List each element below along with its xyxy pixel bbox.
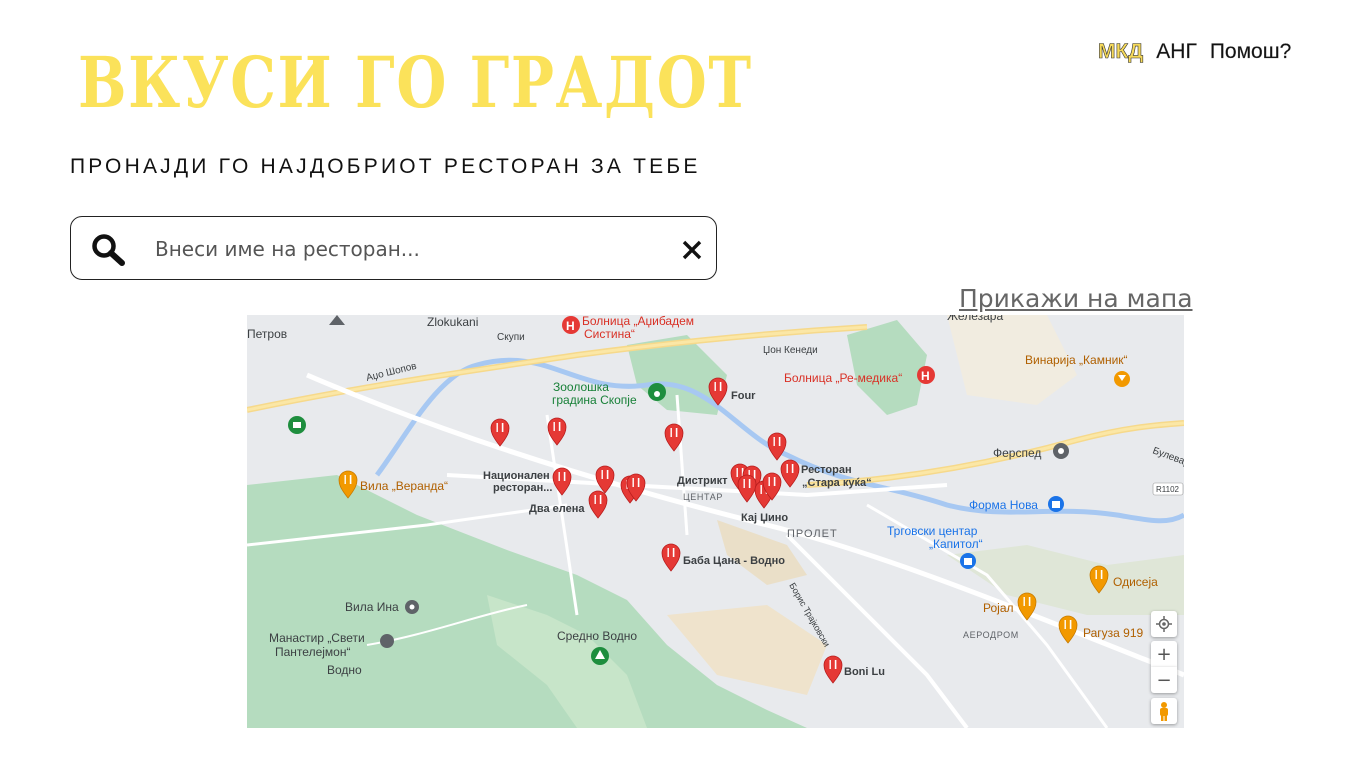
- site-subtitle: ПРОНАЈДИ ГО НАЈДОБРИОТ РЕСТОРАН ЗА ТЕБЕ: [70, 155, 701, 178]
- help-link[interactable]: Помош?: [1210, 40, 1292, 64]
- map-label-four: Four: [731, 390, 756, 402]
- map-label-trgovski-2: „Капитол“: [929, 537, 983, 551]
- map-label-baba-cana: Баба Цана - Водно: [683, 555, 785, 567]
- search-input[interactable]: [153, 229, 657, 269]
- map-label-sredno-vodno: Средно Водно: [557, 629, 637, 643]
- map-view[interactable]: Zlokukani Петров Скупи Аџо Шопов Џон Кен…: [247, 315, 1184, 728]
- map-label-skupi: Скупи: [497, 332, 525, 343]
- map-label-boni-lu: Boni Lu: [844, 666, 885, 678]
- language-switcher: МКД АНГ Помош?: [1098, 40, 1292, 64]
- shopping-bag-icon[interactable]: [1048, 496, 1064, 512]
- location-icon[interactable]: [1053, 443, 1069, 459]
- map-label-dva-elena: Два елена: [529, 503, 585, 515]
- map-label-restoran-1: Ресторан: [801, 464, 852, 476]
- street-view-button[interactable]: [1151, 698, 1177, 724]
- hospital-icon[interactable]: H: [562, 316, 580, 334]
- zoom-out-button[interactable]: −: [1151, 667, 1177, 693]
- map-label-petrov: Петров: [247, 327, 287, 341]
- map-label-remedika: Болница „Ре-медика“: [784, 371, 902, 385]
- zoom-in-button[interactable]: +: [1151, 641, 1177, 667]
- show-on-map-link[interactable]: Прикажи на мапа: [959, 284, 1193, 313]
- map-label-trgovski-1: Трговски центар: [887, 524, 978, 538]
- lang-en-link[interactable]: АНГ: [1156, 40, 1197, 64]
- shopping-bag-icon[interactable]: [960, 553, 976, 569]
- map-label-vinarija: Винарија „Камник“: [1025, 353, 1128, 367]
- lang-mk-link[interactable]: МКД: [1098, 40, 1144, 64]
- map-label-vodno: Водно: [327, 663, 362, 677]
- wine-glass-icon[interactable]: [1114, 371, 1130, 387]
- map-label-forma-nova: Форма Нова: [969, 498, 1038, 512]
- hospital-icon[interactable]: H: [917, 366, 935, 384]
- map-label-r1102: R1102: [1156, 485, 1180, 494]
- map-label-aerodrom: АЕРОДРОМ: [963, 630, 1019, 640]
- map-label-zoo-2: градина Скопје: [552, 393, 637, 407]
- map-label-zelezara: Железара: [947, 315, 1003, 323]
- clear-icon[interactable]: [679, 237, 705, 267]
- search-icon[interactable]: [91, 233, 127, 271]
- map-label-jon-kenedi: Џон Кенеди: [763, 345, 818, 356]
- map-label-nacionalen-1: Национален: [483, 470, 550, 482]
- svg-text:H: H: [566, 319, 575, 333]
- map-label-manastir-1: Манастир „Свети: [269, 631, 365, 645]
- map-label-zoo-1: Зоолошка: [553, 380, 609, 394]
- map-label-zlokukani: Zlokukani: [427, 315, 478, 329]
- map-label-nacionalen-2: ресторан...: [493, 482, 552, 494]
- park-icon[interactable]: [288, 416, 306, 434]
- zoo-paw-icon[interactable]: [648, 383, 666, 401]
- site-title: ВКУСИ ГО ГРАДОТ: [78, 41, 753, 124]
- map-label-acibadem-2: Систина“: [584, 327, 635, 341]
- tree-icon[interactable]: [591, 647, 609, 665]
- map-label-odiseja: Одисеја: [1113, 575, 1158, 589]
- my-location-button[interactable]: [1151, 611, 1177, 637]
- map-label-restoran-2: „Стара куќа“: [802, 477, 872, 489]
- map-label-vila-veranda: Вила „Веранда“: [360, 479, 448, 493]
- svg-text:H: H: [921, 369, 930, 383]
- crosshair-icon: [1156, 616, 1172, 632]
- map-label-kaj-cino: Кај Џино: [741, 512, 788, 524]
- map-label-ferspet: Ферспед: [993, 446, 1041, 460]
- monastery-icon[interactable]: [380, 634, 394, 648]
- map-label-manastir-2: Пантелејмон“: [275, 645, 350, 659]
- map-label-centar: ЦЕНТАР: [683, 492, 723, 502]
- pegman-icon: [1160, 702, 1168, 721]
- map-label-distrikt: Дистрикт: [677, 475, 728, 487]
- location-icon[interactable]: [405, 600, 419, 614]
- map-label-raguza: Рагуза 919: [1083, 626, 1144, 640]
- map-label-vila-ina: Вила Ина: [345, 600, 399, 614]
- search-box: [70, 216, 717, 280]
- map-label-rojal: Ројал: [983, 601, 1014, 615]
- map-label-prolet: ПРОЛЕТ: [787, 528, 838, 540]
